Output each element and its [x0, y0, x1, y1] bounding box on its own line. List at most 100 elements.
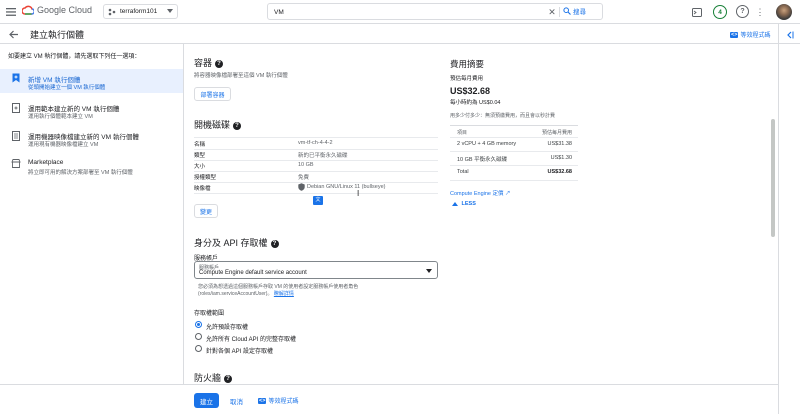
cost-row-item: 10 GB 平衡永久磁碟 [457, 157, 508, 163]
cost-total-label: Total [457, 169, 469, 175]
change-label: 變更 [199, 209, 212, 216]
service-account-select[interactable]: 服務帳戶 Compute Engine default service acco… [194, 261, 438, 279]
cost-row-value: US$31.38 [547, 141, 572, 147]
search-icon [563, 7, 571, 15]
help-icon[interactable]: ? [215, 59, 224, 68]
cost-table-header-cost: 預估每月費用 [541, 130, 572, 136]
divider [450, 165, 578, 166]
container-description: 將容器映像檔部署至這個 VM 執行個體 [194, 73, 288, 79]
disk-type-key: 類型 [194, 153, 206, 159]
terminal-icon[interactable] [691, 6, 703, 18]
divider [450, 180, 578, 181]
divider [450, 137, 578, 138]
text-cursor-icon: I [357, 189, 360, 198]
scope-full-radio[interactable] [195, 333, 202, 340]
sidebar-item-machine-image[interactable]: 運用機器映像檔建立新的 VM 執行個體 運用現有機器映像檔建立 VM [0, 128, 183, 152]
external-link-icon: ↗ [505, 191, 511, 197]
sidebar-item-new-vm[interactable]: 新增 VM 執行個體 從頭開始建立一個 VM 執行個體 [0, 69, 183, 93]
right-rail [778, 24, 800, 414]
license-type-key: 授權類型 [194, 175, 217, 181]
firewall-title: 防火牆 [194, 373, 222, 383]
sidebar-item-subtitle: 運用現有機器映像檔建立 VM [28, 142, 99, 148]
marketplace-icon [11, 159, 21, 168]
disk-name-key: 名稱 [194, 142, 206, 148]
project-name: terraform101 [120, 8, 158, 15]
search-input[interactable] [274, 7, 534, 17]
service-account-note: 您必須為想透過這個服務帳戶存取 VM 的使用者設定服務帳戶使用者角色 [198, 284, 359, 290]
scope-custom-radio[interactable] [195, 345, 202, 352]
change-boot-disk-button[interactable]: 變更 [194, 204, 218, 218]
more-vert-icon[interactable]: ⋮ [755, 5, 765, 19]
image-value-text: Debian GNU/Linux 11 (bullseye) [307, 184, 386, 190]
sidebar-item-marketplace[interactable]: Marketplace 將立即可用的解決方案部署至 VM 執行個體 [0, 156, 183, 180]
less-toggle[interactable]: LESS [452, 201, 476, 207]
dropdown-arrow-icon [426, 269, 432, 273]
back-arrow-icon[interactable] [8, 28, 20, 40]
new-vm-icon [12, 73, 20, 83]
main-form: 容器? 將容器映像檔部署至這個 VM 執行個體 部署容器 開機磁碟? 名稱 vm… [184, 44, 768, 384]
project-selector[interactable]: terraform101 [103, 4, 178, 19]
help-icon[interactable]: ? [270, 239, 279, 248]
search-divider [559, 7, 560, 17]
license-type-value: 免費 [298, 175, 310, 181]
help-icon[interactable]: ? [233, 121, 242, 130]
pricing-link-text: Compute Engine 定價 [450, 191, 504, 197]
divider [194, 171, 438, 172]
collapse-panel-icon[interactable] [785, 30, 795, 40]
scope-custom-label: 針對各個 API 設定存取權 [206, 349, 274, 355]
help-icon[interactable]: ? [736, 5, 749, 18]
search-button[interactable]: 搜尋 [563, 6, 586, 16]
cancel-label: 取消 [230, 398, 243, 406]
image-value: Debian GNU/Linux 11 (bullseye) [298, 183, 385, 191]
shield-icon [298, 183, 305, 191]
disk-type-value: 新的已平衡永久磁碟 [298, 153, 348, 159]
create-button[interactable]: 建立 [194, 393, 219, 408]
avatar[interactable] [776, 4, 792, 20]
cost-total-value: US$32.68 [547, 169, 572, 175]
sidebar-item-template[interactable]: 運用範本建立新的 VM 執行個體 運用執行個體範本建立 VM [0, 100, 183, 124]
deploy-container-label: 部署容器 [200, 92, 225, 99]
equivalent-code-button[interactable]: <> 等效程式碼 [730, 30, 770, 39]
role-text: (roles/iam.serviceAccountUser)。 [198, 291, 273, 297]
cancel-button[interactable]: 取消 [224, 393, 249, 408]
sidebar-item-subtitle: 從頭開始建立一個 VM 執行個體 [28, 85, 106, 91]
help-icon[interactable]: ? [224, 374, 233, 383]
notifications-badge[interactable]: 4 [713, 5, 727, 19]
project-icon [108, 8, 116, 15]
footer-equivalent-code-label: 等效程式碼 [268, 399, 299, 405]
search-button-label: 搜尋 [573, 9, 586, 16]
pricing-link[interactable]: Compute Engine 定價 ↗ [450, 189, 511, 197]
learn-more-link[interactable]: 瞭解詳情 [274, 291, 294, 297]
equivalent-code-label: 等效程式碼 [740, 33, 771, 39]
monthly-estimate-label: 預估每月費用 [450, 76, 484, 82]
cost-row-item: 2 vCPU + 4 GB memory [457, 141, 517, 147]
identity-heading: 身分及 API 存取權? [194, 236, 279, 249]
sidebar-item-subtitle: 運用執行個體範本建立 VM [28, 114, 93, 120]
hamburger-menu-icon[interactable] [5, 6, 17, 18]
access-scope-label: 存取權範圍 [194, 311, 225, 317]
chevron-down-icon [167, 9, 173, 13]
translate-icon[interactable]: 文 [313, 196, 323, 205]
chevron-up-icon [452, 201, 458, 206]
footer-actions: 建立 取消 <> 等效程式碼 [0, 384, 778, 414]
container-heading: 容器? [194, 56, 224, 69]
scope-default-radio[interactable] [195, 321, 202, 328]
google-cloud-logo[interactable]: Google Cloud [22, 5, 92, 15]
billing-note: 用多少付多少：無須預繳費用，而且會以秒計費 [450, 113, 556, 119]
divider [194, 160, 438, 161]
search-bar[interactable]: ✕ 搜尋 [267, 3, 603, 20]
image-key: 映像檔 [194, 186, 211, 192]
container-title: 容器 [194, 58, 213, 68]
template-icon [12, 103, 20, 113]
scrollbar[interactable] [770, 44, 776, 384]
footer-equivalent-code-button[interactable]: <> 等效程式碼 [258, 396, 298, 405]
scrollbar-thumb[interactable] [771, 119, 775, 237]
identity-title: 身分及 API 存取權 [194, 238, 268, 248]
divider [450, 151, 578, 152]
deploy-container-button[interactable]: 部署容器 [194, 87, 231, 101]
service-account-note-line2: (roles/iam.serviceAccountUser)。 瞭解詳情 [198, 290, 294, 297]
clear-icon[interactable]: ✕ [547, 7, 557, 17]
sidebar-item-subtitle: 將立即可用的解決方案部署至 VM 執行個體 [28, 170, 133, 176]
notifications-count: 4 [718, 8, 722, 16]
service-account-value: Compute Engine default service account [199, 270, 307, 276]
